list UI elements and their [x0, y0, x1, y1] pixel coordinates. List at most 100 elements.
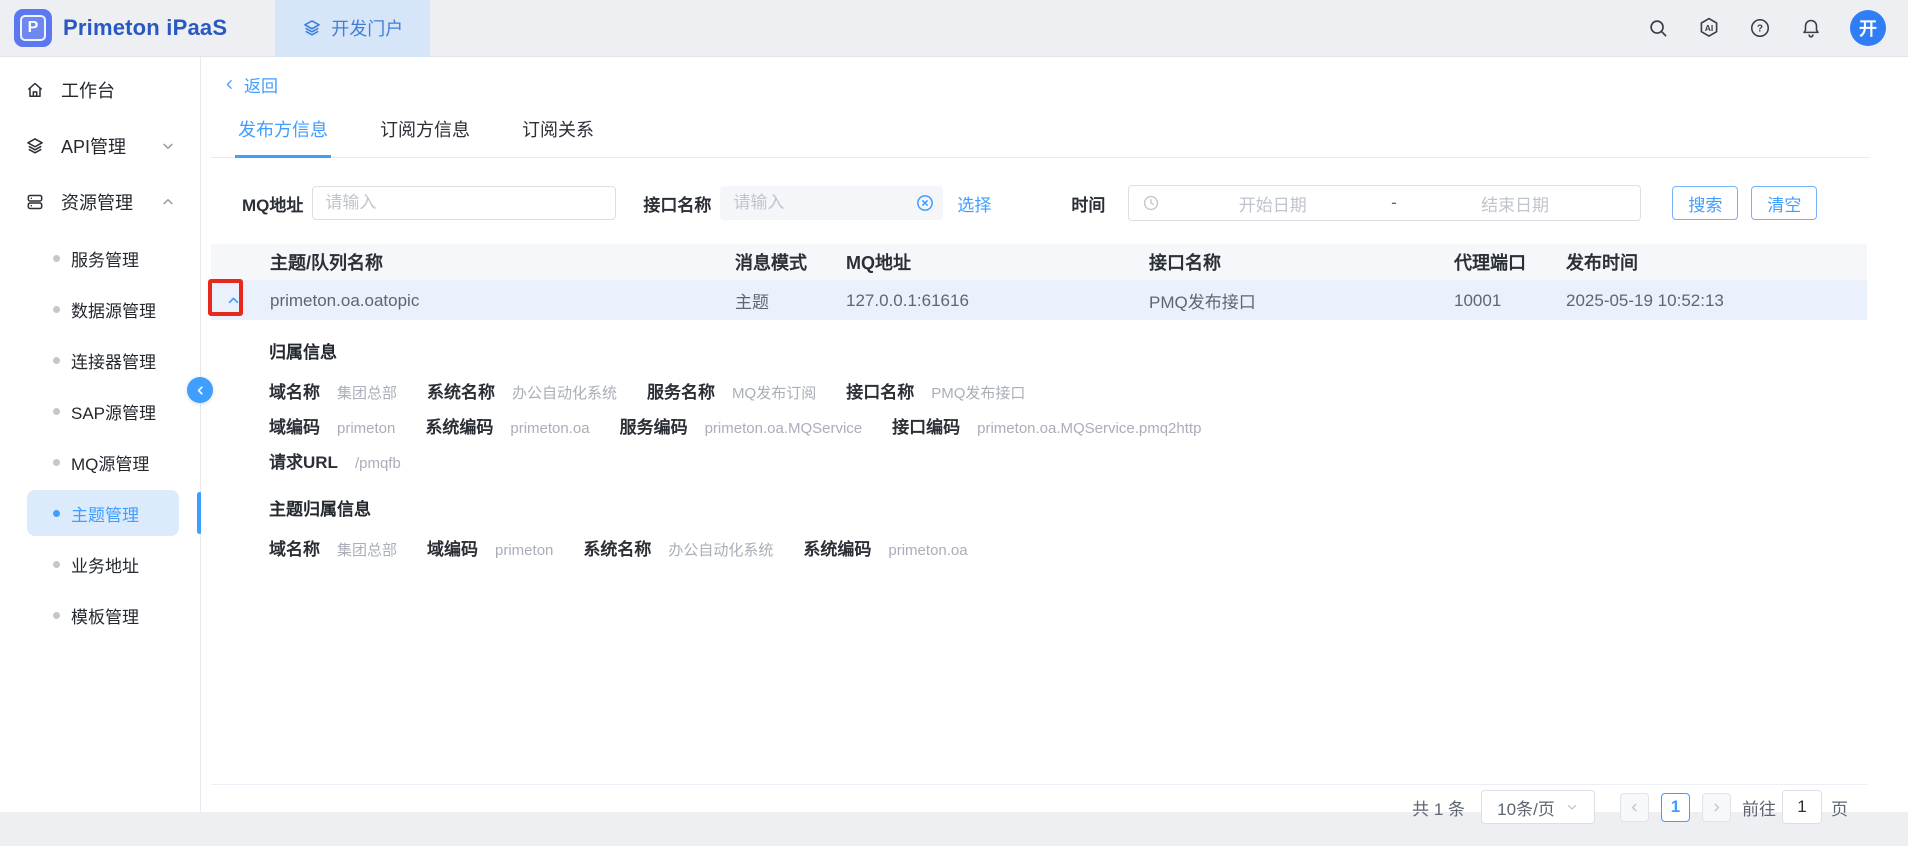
detail-value: primeton.oa.MQService [705, 420, 863, 437]
interface-name-input[interactable] [720, 186, 943, 220]
main-content: 返回 发布方信息 订阅方信息 订阅关系 MQ地址 接口名称 选择 时间 [201, 57, 1908, 812]
clear-circle-icon[interactable] [915, 193, 935, 213]
sidebar-item-sap-source-mgmt[interactable]: SAP源管理 [27, 388, 179, 434]
total-count: 共 1 条 [1412, 795, 1465, 820]
ai-assistant-icon[interactable]: AI [1697, 16, 1721, 40]
detail-label: 接口编码 [892, 413, 960, 438]
collapse-row-caret-icon[interactable] [225, 292, 242, 309]
sidebar-item-connector-mgmt[interactable]: 连接器管理 [27, 337, 179, 383]
date-range-picker[interactable]: 开始日期 - 结束日期 [1128, 185, 1641, 221]
bullet-icon [53, 408, 60, 415]
server-stack-icon [24, 191, 46, 213]
cell-message-mode: 主题 [724, 288, 833, 313]
detail-pair: 域编码primeton [269, 413, 395, 438]
user-avatar[interactable]: 开 [1850, 10, 1886, 46]
sidebar-item-topic-mgmt[interactable]: 主题管理 [27, 490, 179, 536]
sidebar-item-workbench[interactable]: 工作台 [0, 62, 200, 118]
svg-text:AI: AI [1705, 23, 1714, 33]
sidebar-item-label: MQ源管理 [71, 450, 149, 475]
time-label: 时间 [1071, 191, 1105, 216]
clear-button[interactable]: 清空 [1751, 186, 1817, 220]
tab-publisher-info[interactable]: 发布方信息 [235, 103, 331, 158]
detail-value: primeton.oa [888, 542, 967, 559]
portal-tab-label: 开发门户 [331, 15, 403, 41]
detail-label: 系统编码 [803, 535, 871, 560]
prev-page-button[interactable] [1620, 793, 1649, 822]
detail-value: primeton [337, 420, 395, 437]
sidebar-item-label: API管理 [61, 133, 126, 159]
header-proxy-port: 代理端口 [1441, 249, 1553, 275]
detail-row: 请求URL/pmqfb [269, 448, 1867, 473]
search-button[interactable]: 搜索 [1672, 186, 1738, 220]
sidebar-item-mq-source-mgmt[interactable]: MQ源管理 [27, 439, 179, 485]
detail-value: 集团总部 [337, 539, 397, 560]
detail-label: 接口名称 [846, 378, 914, 403]
cell-topic-queue-name: primeton.oa.oatopic [262, 291, 724, 311]
mq-address-input[interactable] [312, 186, 616, 220]
current-page-button[interactable]: 1 [1661, 793, 1690, 822]
cell-proxy-port: 10001 [1441, 291, 1553, 311]
cell-interface-name: PMQ发布接口 [1137, 288, 1441, 313]
notification-bell-icon[interactable] [1799, 16, 1823, 40]
detail-value: 办公自动化系统 [668, 539, 773, 560]
detail-row: 域名称集团总部 系统名称办公自动化系统 服务名称MQ发布订阅 接口名称PMQ发布… [269, 378, 1867, 403]
detail-pair: 服务编码primeton.oa.MQService [620, 413, 863, 438]
detail-label: 域名称 [269, 535, 320, 560]
sidebar-item-label: 模板管理 [71, 603, 139, 628]
bullet-icon [53, 510, 60, 517]
next-page-button[interactable] [1702, 793, 1731, 822]
start-date-placeholder[interactable]: 开始日期 [1160, 191, 1385, 216]
sidebar-item-api-mgmt[interactable]: API管理 [0, 118, 200, 174]
detail-pair: 系统名称办公自动化系统 [427, 378, 617, 403]
tab-subscriber-info[interactable]: 订阅方信息 [377, 103, 473, 157]
detail-value: 办公自动化系统 [512, 382, 617, 403]
detail-row: 域名称集团总部 域编码primeton 系统名称办公自动化系统 系统编码 prim… [269, 535, 1867, 560]
logo-letter: P [20, 15, 46, 41]
table-row[interactable]: primeton.oa.oatopic 主题 127.0.0.1:61616 P… [211, 281, 1867, 320]
topbar: P Primeton iPaaS 开发门户 AI ? 开 [0, 0, 1908, 57]
sidebar-item-service-mgmt[interactable]: 服务管理 [27, 235, 179, 281]
interface-name-field [720, 186, 943, 220]
sidebar-item-label: 主题管理 [71, 501, 139, 526]
table-header: 主题/队列名称 消息模式 MQ地址 接口名称 代理端口 发布时间 [211, 244, 1867, 281]
sidebar-item-template-mgmt[interactable]: 模板管理 [27, 592, 179, 638]
header-expand-col [211, 244, 262, 280]
help-icon[interactable]: ? [1748, 16, 1772, 40]
chevron-down-icon [160, 138, 176, 154]
topbar-actions: AI ? 开 [1646, 10, 1886, 46]
sidebar-collapse-toggle[interactable] [187, 377, 213, 403]
section-title-ownership: 归属信息 [269, 338, 1867, 363]
sidebar-item-label: 业务地址 [71, 552, 139, 577]
back-label: 返回 [244, 72, 278, 97]
tab-subscription-relation[interactable]: 订阅关系 [519, 103, 597, 157]
interface-name-label: 接口名称 [643, 191, 711, 216]
sidebar-item-business-address[interactable]: 业务地址 [27, 541, 179, 587]
tab-bar: 发布方信息 订阅方信息 订阅关系 [211, 103, 1870, 158]
detail-pair: 系统名称办公自动化系统 [583, 535, 773, 560]
sidebar-item-label: 数据源管理 [71, 297, 156, 322]
sidebar-item-datasource-mgmt[interactable]: 数据源管理 [27, 286, 179, 332]
bullet-icon [53, 561, 60, 568]
header-mq-address: MQ地址 [833, 249, 1137, 275]
sidebar-item-label: SAP源管理 [71, 399, 156, 424]
layers-icon [302, 18, 322, 38]
search-icon[interactable] [1646, 16, 1670, 40]
bullet-icon [53, 459, 60, 466]
detail-label: 服务名称 [647, 378, 715, 403]
detail-label: 域名称 [269, 378, 320, 403]
detail-pair: 接口编码primeton.oa.MQService.pmq2http [892, 413, 1201, 438]
back-button[interactable]: 返回 [211, 72, 301, 97]
pagination: 共 1 条 10条/页 1 前往 页 [211, 788, 1870, 826]
bullet-icon [53, 255, 60, 262]
end-date-placeholder[interactable]: 结束日期 [1403, 191, 1628, 216]
page-size-select[interactable]: 10条/页 [1481, 790, 1595, 824]
detail-pair: 域编码primeton [427, 535, 553, 560]
detail-label: 系统编码 [425, 413, 493, 438]
header-publish-time: 发布时间 [1553, 249, 1867, 275]
select-link[interactable]: 选择 [957, 191, 991, 216]
goto-page-input[interactable] [1782, 790, 1822, 824]
sidebar-item-resource-mgmt[interactable]: 资源管理 [0, 174, 200, 230]
portal-tab-dev[interactable]: 开发门户 [275, 0, 430, 57]
api-layers-icon [24, 135, 46, 157]
detail-label: 域编码 [427, 535, 478, 560]
